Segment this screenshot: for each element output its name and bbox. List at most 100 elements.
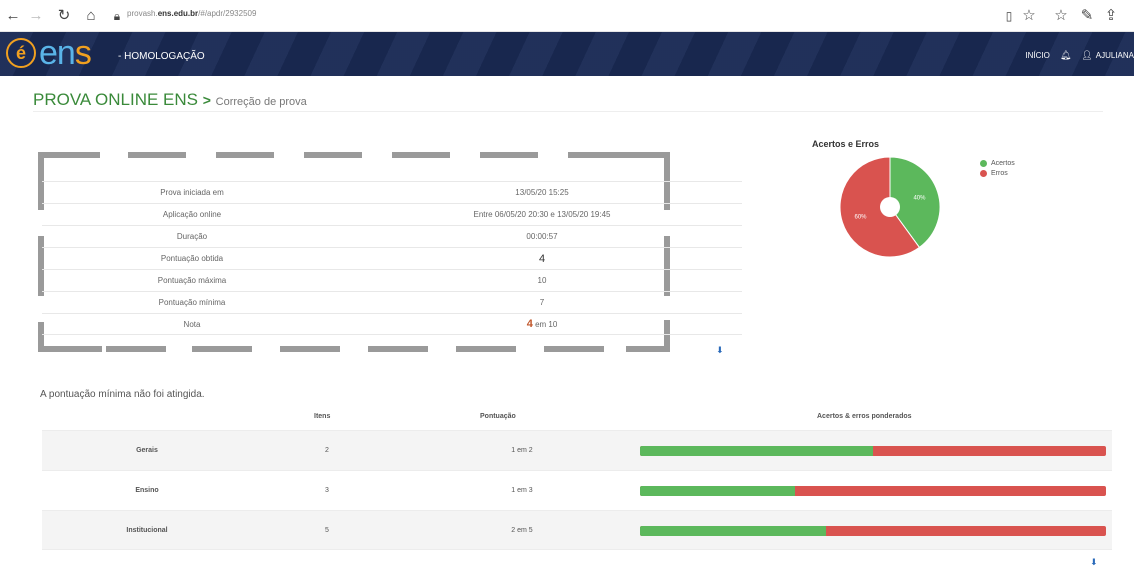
row-itens: 5 bbox=[325, 527, 329, 534]
breadcrumb: PROVA ONLINE ENS > Correção de prova bbox=[33, 90, 307, 110]
logo-symbol: é bbox=[6, 38, 36, 68]
legend-label: Acertos bbox=[991, 159, 1015, 167]
info-label: Duração bbox=[176, 232, 208, 241]
row-name: Institucional bbox=[126, 527, 168, 534]
info-value: 7 bbox=[539, 298, 545, 307]
row-itens: 3 bbox=[325, 487, 329, 494]
dash-top bbox=[128, 152, 186, 158]
info-label: Aplicação online bbox=[162, 210, 222, 219]
browser-toolbar: ← → ↻ ⌂ 🔒︎ provash.ens.edu.br/#/apdr/293… bbox=[0, 0, 1134, 32]
logo-text-b: s bbox=[74, 34, 92, 72]
back-icon[interactable]: ← bbox=[4, 7, 22, 25]
user-icon: 👤︎ bbox=[1081, 50, 1093, 60]
legend-swatch bbox=[980, 159, 987, 167]
bell-icon[interactable]: 🔔︎ bbox=[1060, 50, 1071, 61]
exam-info-table: Prova iniciada em 13/05/20 15:25 Aplicaçã… bbox=[42, 181, 742, 335]
dash-top bbox=[42, 152, 100, 158]
download-icon-bottom[interactable]: ⬇ bbox=[1090, 557, 1098, 568]
dash-bottom bbox=[106, 346, 166, 352]
info-row: Nota 4 em 10 bbox=[42, 313, 742, 335]
summary-row: Gerais 2 1 em 2 bbox=[42, 430, 1112, 470]
dash-bottom bbox=[456, 346, 516, 352]
ens-logo[interactable]: é ens bbox=[6, 34, 92, 72]
breadcrumb-divider bbox=[33, 111, 1103, 112]
chart-title: Acertos e Erros bbox=[812, 139, 880, 149]
chart-legend: Acertos Erros bbox=[980, 158, 1015, 178]
row-name: Gerais bbox=[136, 447, 158, 454]
logo-text: ens bbox=[39, 34, 92, 72]
score-bar-fill bbox=[640, 526, 827, 536]
header-nav: INÍCIO 🔔︎ 👤︎ AJULIANA bbox=[1025, 50, 1134, 61]
url-prefix: provash. bbox=[127, 9, 158, 18]
dash-bottom bbox=[42, 346, 102, 352]
info-label: Prova iniciada em bbox=[160, 188, 224, 197]
col-header-pontuacao: Pontuação bbox=[480, 413, 516, 420]
info-label: Nota bbox=[183, 319, 201, 329]
dash-bottom bbox=[544, 346, 604, 352]
info-value: Entre 06/05/20 20:30 e 13/05/20 19:45 bbox=[473, 210, 611, 219]
row-pontuacao: 2 em 5 bbox=[511, 527, 533, 534]
score-bar bbox=[640, 486, 1106, 496]
score-bar bbox=[640, 526, 1106, 536]
dash-top bbox=[480, 152, 538, 158]
score-bar bbox=[640, 446, 1106, 456]
info-value: 00:00:57 bbox=[526, 232, 558, 241]
info-value: 4 em 10 bbox=[342, 318, 742, 330]
dash-bottom bbox=[280, 346, 340, 352]
summary-row: Institucional 5 2 em 5 bbox=[42, 510, 1112, 550]
row-pontuacao: 1 em 2 bbox=[511, 447, 533, 454]
url-domain: ens.edu.br bbox=[157, 9, 199, 18]
score-bar-fill bbox=[640, 446, 873, 456]
row-itens: 2 bbox=[325, 447, 329, 454]
result-message: A pontuação mínima não foi atingida. bbox=[40, 389, 205, 400]
favorites-list-icon[interactable]: ☆ bbox=[1052, 7, 1070, 25]
address-bar[interactable]: provash.ens.edu.br/#/apdr/2932509 bbox=[127, 9, 256, 18]
lock-icon: 🔒︎ bbox=[113, 9, 121, 23]
info-row: Duração 00:00:57 bbox=[42, 225, 742, 247]
legend-swatch bbox=[980, 169, 987, 177]
home-icon[interactable]: ⌂ bbox=[82, 7, 100, 25]
info-label: Pontuação obtida bbox=[160, 254, 224, 263]
legend-item-acertos[interactable]: Acertos bbox=[980, 158, 1015, 168]
dash-top bbox=[568, 152, 626, 158]
logo-text-a: en bbox=[39, 34, 76, 72]
info-row: Pontuação máxima 10 bbox=[42, 269, 742, 291]
info-value: 13/05/20 15:25 bbox=[515, 188, 569, 197]
reading-view-icon[interactable]: ▯ bbox=[1000, 7, 1018, 25]
user-menu[interactable]: 👤︎ AJULIANA bbox=[1081, 50, 1134, 61]
score-bar-fill bbox=[640, 486, 796, 496]
dash-top bbox=[392, 152, 450, 158]
info-row: Pontuação obtida 4 bbox=[42, 247, 742, 269]
row-pontuacao: 1 em 3 bbox=[511, 487, 533, 494]
pen-icon[interactable]: ✎ bbox=[1078, 7, 1096, 25]
pie-chart: 40% 60% bbox=[839, 156, 941, 258]
info-row: Aplicação online Entre 06/05/20 20:30 e 1… bbox=[42, 203, 742, 225]
info-value: 10 bbox=[537, 276, 547, 285]
inicio-link[interactable]: INÍCIO bbox=[1025, 51, 1049, 60]
user-name: AJULIANA bbox=[1095, 51, 1134, 60]
favorite-star-icon[interactable]: ☆ bbox=[1020, 7, 1038, 25]
summary-row: Ensino 3 1 em 3 bbox=[42, 470, 1112, 510]
environment-label: - HOMOLOGAÇÃO bbox=[118, 51, 205, 62]
col-header-acertos: Acertos & erros ponderados bbox=[817, 413, 912, 420]
page-title[interactable]: PROVA ONLINE ENS bbox=[33, 90, 198, 109]
share-icon[interactable]: ⇪ bbox=[1102, 7, 1120, 25]
info-row: Prova iniciada em 13/05/20 15:25 bbox=[42, 181, 742, 203]
info-value: 4 bbox=[538, 252, 546, 265]
dash-bottom bbox=[368, 346, 428, 352]
pie-hole bbox=[880, 197, 900, 217]
refresh-icon[interactable]: ↻ bbox=[55, 7, 73, 25]
legend-label: Erros bbox=[991, 169, 1008, 177]
info-label: Pontuação máxima bbox=[157, 276, 227, 285]
legend-item-erros[interactable]: Erros bbox=[980, 168, 1015, 178]
info-row: Pontuação mínima 7 bbox=[42, 291, 742, 313]
url-path: /#/apdr/2932509 bbox=[198, 9, 257, 18]
dash-bottom bbox=[192, 346, 252, 352]
page-subtitle: Correção de prova bbox=[215, 96, 307, 108]
col-header-itens: Itens bbox=[314, 413, 331, 420]
forward-icon[interactable]: → bbox=[27, 7, 45, 25]
nota-total: em 10 bbox=[535, 320, 558, 329]
breadcrumb-separator: > bbox=[202, 92, 211, 108]
download-icon[interactable]: ⬇ bbox=[716, 345, 724, 356]
dash-top bbox=[216, 152, 274, 158]
